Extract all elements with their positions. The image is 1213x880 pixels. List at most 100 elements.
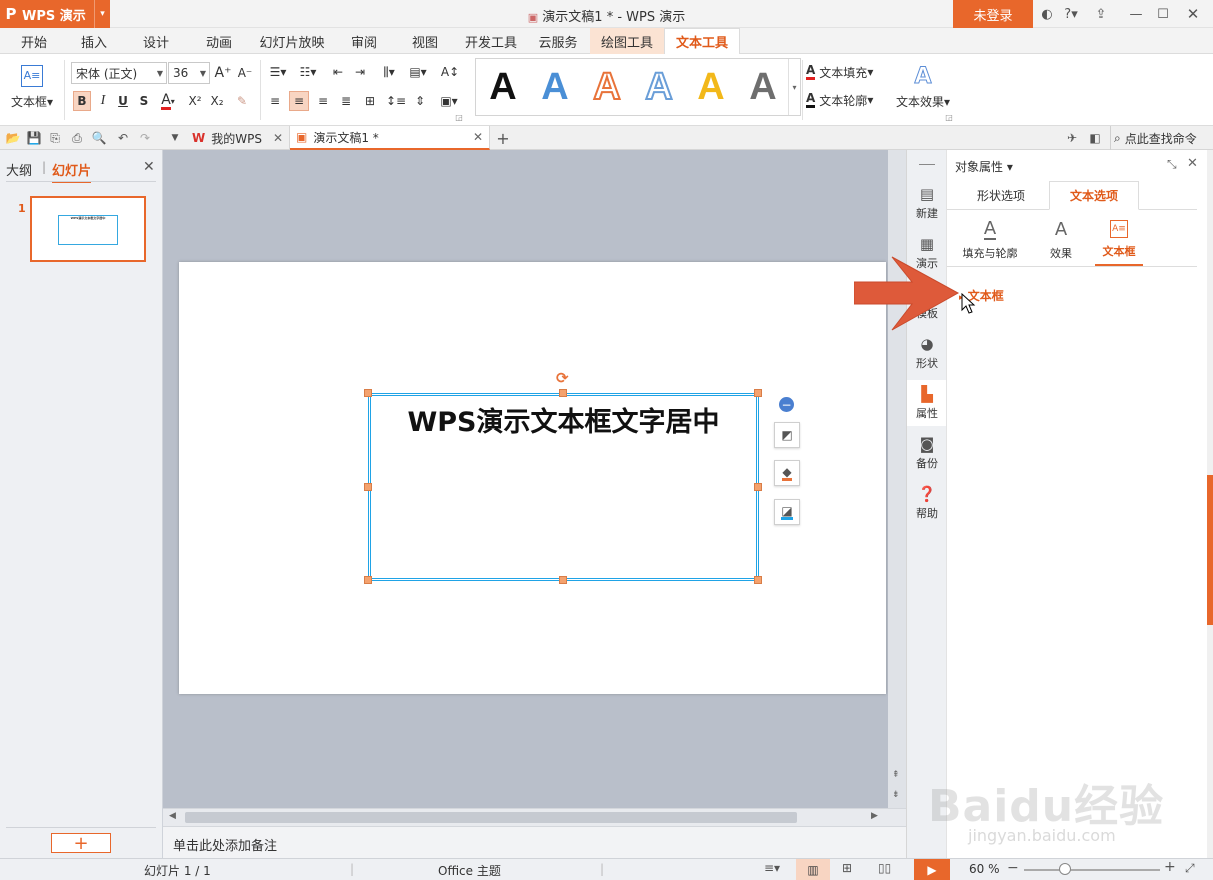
wordart-style-black[interactable]: A xyxy=(478,62,528,112)
italic-button[interactable]: I xyxy=(95,91,111,111)
rotate-handle-icon[interactable]: ⟳ xyxy=(556,369,569,387)
skin-icon[interactable]: ◐ xyxy=(1036,4,1058,24)
resize-handle[interactable] xyxy=(364,576,372,584)
align-left-icon[interactable]: ≡ xyxy=(265,91,285,111)
collapse-toolbar-icon[interactable]: − xyxy=(779,397,794,412)
normal-view-icon[interactable]: ▥ xyxy=(796,859,830,880)
tab-review[interactable]: 审阅 xyxy=(336,28,392,54)
next-slide-icon[interactable]: ⇟ xyxy=(892,790,900,800)
print-preview-icon[interactable]: 🔍 xyxy=(90,129,108,147)
close-tab-icon[interactable]: ✕ xyxy=(273,131,283,145)
underline-button[interactable]: U xyxy=(115,91,131,111)
customize-toolbar-icon[interactable]: ▼ xyxy=(166,129,184,147)
slide-thumbnail[interactable]: WPS演示文本框文字居中 xyxy=(30,196,146,262)
tab-design[interactable]: 设计 xyxy=(128,28,184,54)
reading-view-icon[interactable]: ▯▯ xyxy=(878,861,891,875)
tab-developer[interactable]: 开发工具 xyxy=(457,28,525,54)
resize-handle[interactable] xyxy=(559,389,567,397)
zoom-in-icon[interactable]: + xyxy=(1164,859,1176,875)
sidebar-item-properties[interactable]: ▙ 属性 xyxy=(907,380,947,426)
sidebar-item-backup[interactable]: ◙ 备份 xyxy=(907,430,947,476)
add-slide-button[interactable]: + xyxy=(51,833,111,854)
subscript-button[interactable]: X₂ xyxy=(207,91,227,111)
maximize-icon[interactable]: ☐ xyxy=(1152,4,1174,24)
line-style-float-button[interactable]: ◪ xyxy=(774,499,800,525)
superscript-button[interactable]: X² xyxy=(185,91,205,111)
pin-icon[interactable]: ✈ xyxy=(1063,129,1081,147)
close-icon[interactable]: ✕ xyxy=(1182,4,1204,24)
font-color-button[interactable]: A ▾ xyxy=(155,91,181,111)
panel-collapse-handle[interactable] xyxy=(1207,475,1213,625)
scroll-thumb[interactable] xyxy=(185,812,797,823)
doc-tab-presentation[interactable]: ▣ 演示文稿1 * ✕ xyxy=(290,126,490,150)
shape-fill-float-button[interactable]: ◆ xyxy=(774,460,800,486)
sidebar-item-shape[interactable]: ◕ 形状 xyxy=(907,330,947,376)
tab-insert[interactable]: 插入 xyxy=(66,28,122,54)
zoom-slider-track[interactable] xyxy=(1024,869,1160,871)
minimize-icon[interactable]: — xyxy=(1125,4,1147,24)
strikethrough-button[interactable]: S xyxy=(136,91,152,111)
wordart-launcher-icon[interactable]: ◲ xyxy=(944,112,954,122)
new-tab-icon[interactable]: + xyxy=(494,129,512,148)
wordart-style-orange-outline[interactable]: A xyxy=(582,62,632,112)
notes-placeholder[interactable]: 单击此处添加备注 xyxy=(173,835,277,854)
shrink-font-button[interactable]: A⁻ xyxy=(235,62,255,84)
prev-slide-icon[interactable]: ⇞ xyxy=(892,770,900,780)
align-right-icon[interactable]: ≡ xyxy=(313,91,333,111)
resize-handle[interactable] xyxy=(559,576,567,584)
resize-handle[interactable] xyxy=(754,483,762,491)
vertical-scrollbar[interactable]: ⇞ ⇟ xyxy=(888,150,906,808)
wordart-style-blue-outline[interactable]: A xyxy=(634,62,684,112)
subtab-effect[interactable]: A 效果 xyxy=(1041,220,1081,264)
tab-outline[interactable]: 大纲 xyxy=(6,160,32,179)
text-fill-button[interactable]: A 文本填充 ▾ xyxy=(806,62,892,82)
resize-handle[interactable] xyxy=(364,389,372,397)
tab-cloud[interactable]: 云服务 xyxy=(528,28,588,54)
numbering-icon[interactable]: ☷▾ xyxy=(295,62,321,82)
undo-icon[interactable]: ↶ xyxy=(114,129,132,147)
open-icon[interactable]: 📂 xyxy=(4,129,22,147)
textbox-button[interactable]: A≡ 文本框▾ xyxy=(6,58,58,116)
close-tab-icon[interactable]: ✕ xyxy=(473,130,483,144)
tab-animation[interactable]: 动画 xyxy=(191,28,247,54)
wordart-style-blue[interactable]: A xyxy=(530,62,580,112)
zoom-out-icon[interactable]: − xyxy=(1007,860,1019,876)
bullets-icon[interactable]: ☰▾ xyxy=(265,62,291,82)
sidebar-item-new[interactable]: ▤ 新建 xyxy=(907,180,947,226)
grow-font-button[interactable]: A⁺ xyxy=(213,62,233,84)
sidebar-item-help[interactable]: ❓ 帮助 xyxy=(907,480,947,526)
horizontal-scrollbar[interactable]: ◀ ▶ xyxy=(163,808,906,826)
fit-window-icon[interactable]: ⤢ xyxy=(1185,861,1195,876)
clear-format-icon[interactable]: ✎ xyxy=(232,91,252,111)
tab-view[interactable]: 视图 xyxy=(397,28,453,54)
text-effect-button[interactable]: A 文本效果▾ xyxy=(892,58,954,116)
play-slideshow-icon[interactable]: ▶ xyxy=(914,859,950,880)
tab-slides[interactable]: 幻灯片 xyxy=(52,160,92,183)
tab-shape-options[interactable]: 形状选项 xyxy=(977,187,1025,204)
tab-text-options[interactable]: 文本选项 xyxy=(1049,181,1139,210)
scroll-left-icon[interactable]: ◀ xyxy=(169,811,176,821)
doc-tab-mywps[interactable]: W 我的WPS ✕ xyxy=(186,126,290,150)
wordart-style-gold[interactable]: A xyxy=(686,62,736,112)
close-panel-icon[interactable]: ✕ xyxy=(1187,156,1198,171)
paragraph-spacing-icon[interactable]: ⇕ xyxy=(410,91,430,111)
decrease-indent-icon[interactable]: ⇤ xyxy=(328,62,348,82)
scroll-right-icon[interactable]: ▶ xyxy=(871,811,878,821)
font-name-select[interactable]: 宋体 (正文) ▼ xyxy=(71,62,167,84)
sorter-view-icon[interactable]: ⊞ xyxy=(842,861,852,875)
tab-text-tools[interactable]: 文本工具 xyxy=(664,28,740,55)
font-size-select[interactable]: 36 ▼ xyxy=(168,62,210,84)
dock-icon[interactable]: ⤡ xyxy=(1167,157,1177,172)
justify-icon[interactable]: ≣ xyxy=(336,91,356,111)
redo-icon[interactable]: ↷ xyxy=(136,129,154,147)
resize-handle[interactable] xyxy=(754,576,762,584)
subtab-textbox[interactable]: A≡ 文本框 xyxy=(1095,220,1143,266)
notes-pane[interactable]: 单击此处添加备注 xyxy=(163,826,906,858)
align-center-icon[interactable]: ≡ xyxy=(289,91,309,111)
wordart-style-gray[interactable]: A xyxy=(738,62,788,112)
zoom-slider-thumb[interactable] xyxy=(1059,863,1071,875)
tab-slideshow[interactable]: 幻灯片放映 xyxy=(252,28,332,54)
print-icon[interactable]: ⎙ xyxy=(68,129,86,147)
subtab-fill-outline[interactable]: A 填充与轮廓 xyxy=(957,220,1023,264)
line-spacing-icon[interactable]: ↕≡ xyxy=(386,91,406,111)
